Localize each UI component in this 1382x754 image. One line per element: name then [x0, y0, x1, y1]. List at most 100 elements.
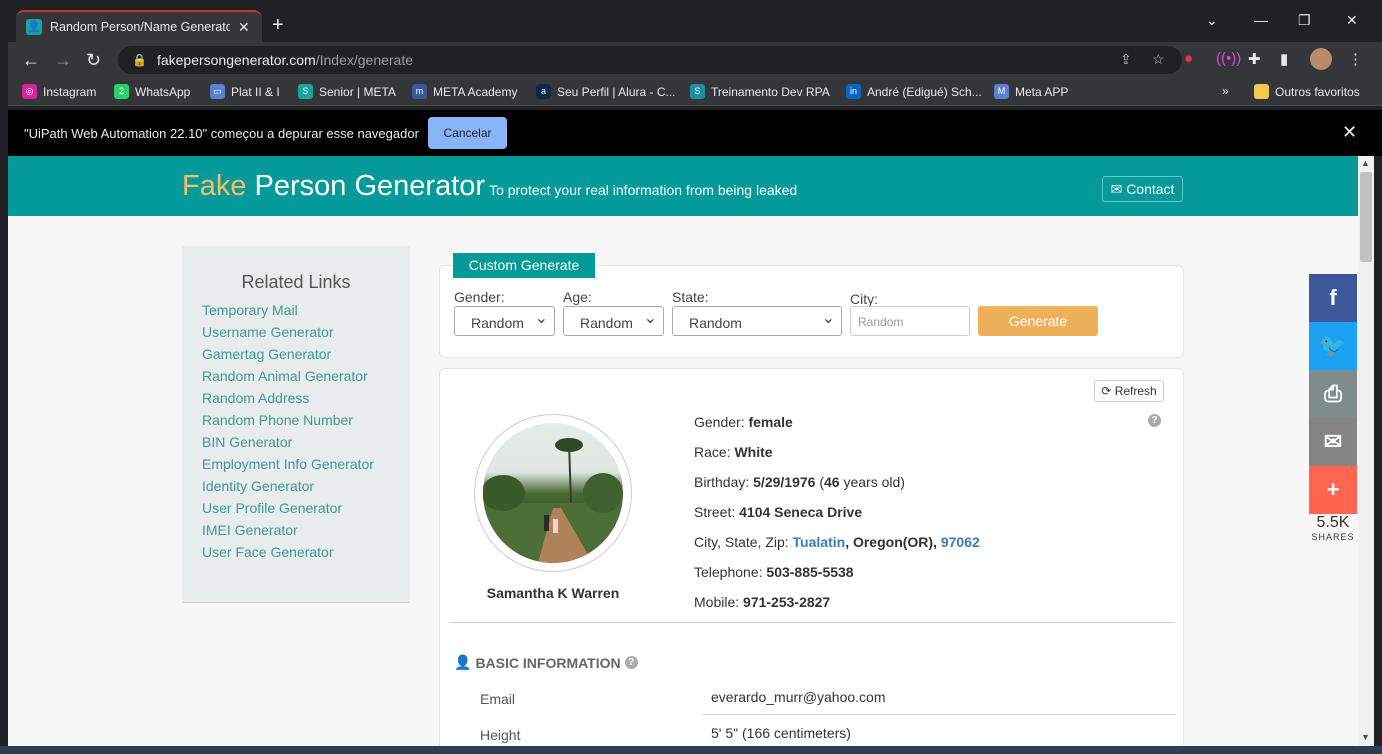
related-link[interactable]: Temporary Mail [202, 299, 374, 321]
scroll-down-icon[interactable]: ▼ [1361, 732, 1370, 742]
address-bar[interactable]: 🔒 fakepersongenerator.com/Index/generate… [118, 46, 1182, 74]
related-link[interactable]: User Face Generator [202, 541, 374, 563]
logo-fake: Fake [182, 170, 247, 202]
page-scrollbar[interactable]: ▲ ▼ [1358, 156, 1374, 746]
site-logo[interactable]: Fake Person Generator To protect your rea… [182, 170, 797, 203]
debugger-infobar: "UiPath Web Automation 22.10" começou a … [8, 110, 1382, 156]
twitter-share-button[interactable]: 🐦 [1309, 322, 1357, 370]
bookmark-item[interactable]: M Meta APP [994, 84, 1068, 99]
related-link[interactable]: Random Animal Generator [202, 365, 374, 387]
bookmark-label: Treinamento Dev RPA [711, 84, 830, 99]
extension-red-icon[interactable]: ● [1184, 50, 1193, 67]
state-label: State: [672, 289, 709, 305]
bookmark-item[interactable]: S Treinamento Dev RPA [690, 84, 830, 99]
age-label: Age: [563, 289, 592, 305]
related-link[interactable]: Employment Info Generator [202, 453, 374, 475]
city-link[interactable]: Tualatin [793, 534, 846, 550]
menu-dots-icon[interactable]: ⋮ [1348, 50, 1363, 68]
site-header: Fake Person Generator To protect your rea… [8, 156, 1358, 216]
related-link[interactable]: Random Address [202, 387, 374, 409]
print-share-button[interactable]: ⎙ [1309, 370, 1357, 418]
infobar-close-icon[interactable]: ✕ [1342, 122, 1357, 143]
tab-close-icon[interactable]: ✕ [238, 19, 250, 36]
city-input[interactable]: Random [850, 306, 970, 336]
bookmark-label: Meta APP [1015, 84, 1069, 99]
cancel-debug-button[interactable]: Cancelar [428, 117, 507, 149]
gender-select[interactable]: Random [454, 306, 555, 336]
bookmark-item[interactable]: ◎ Instagram [22, 84, 96, 99]
email-share-button[interactable]: ✉ [1309, 418, 1357, 466]
bookmark-favicon-icon: S [298, 84, 313, 99]
section-divider [449, 622, 1175, 623]
photo-scene [483, 438, 623, 563]
share-count: 5.5K SHARES [1309, 514, 1357, 542]
telephone-value: 503-885-5538 [766, 564, 854, 580]
reload-icon[interactable]: ↻ [86, 50, 101, 71]
bookmarks-bar: » Outros favoritos ◎ Instagram 2 WhatsApp ▭ P… [8, 78, 1382, 106]
other-bookmarks[interactable]: Outros favoritos [1254, 84, 1360, 99]
refresh-button[interactable]: ⟳ Refresh [1094, 380, 1164, 402]
bookmark-label: Seu Perfil | Alura - C... [557, 84, 676, 99]
help-icon[interactable]: ? [1148, 414, 1161, 427]
gender-value: female [748, 414, 793, 430]
city-label: City: [850, 291, 878, 307]
bookmark-item[interactable]: m META Academy [412, 84, 517, 99]
related-link[interactable]: Identity Generator [202, 475, 374, 497]
age-select[interactable]: Random [563, 306, 664, 336]
new-tab-button[interactable]: + [272, 14, 284, 37]
person-photo [483, 423, 623, 563]
bookmark-item[interactable]: ▭ Plat II & I [210, 84, 280, 99]
extension-broadcast-icon[interactable]: ((•)) [1216, 50, 1241, 67]
state-select[interactable]: Random [672, 306, 842, 336]
web-page: Fake Person Generator To protect your rea… [8, 156, 1358, 746]
active-tab[interactable]: 👤 Random Person/Name Generator ✕ [16, 10, 262, 42]
user-icon: 👤 [454, 654, 472, 670]
refresh-icon: ⟳ [1101, 384, 1112, 398]
street-value: 4104 Seneca Drive [739, 504, 863, 520]
more-share-button[interactable]: + [1309, 466, 1357, 514]
related-link[interactable]: Username Generator [202, 321, 374, 343]
bookmark-item[interactable]: in André (Edigué) Sch... [846, 84, 982, 99]
side-panel-icon[interactable]: ▮ [1280, 50, 1288, 68]
bookmark-label: Senior | META [319, 84, 396, 99]
zip-link[interactable]: 97062 [941, 534, 980, 550]
bookmark-item[interactable]: 2 WhatsApp [114, 84, 190, 99]
scrollbar-thumb[interactable] [1360, 172, 1372, 262]
related-links-list: Temporary Mail Username Generator Gamertag… [202, 299, 374, 563]
extensions-puzzle-icon[interactable]: ✚ [1248, 50, 1261, 68]
profile-avatar[interactable] [1310, 48, 1332, 70]
restore-icon[interactable]: ❐ [1298, 12, 1311, 29]
related-link[interactable]: BIN Generator [202, 431, 374, 453]
age-suffix: years old) [839, 474, 905, 490]
forward-icon[interactable]: → [54, 50, 72, 71]
tab-title: Random Person/Name Generator [50, 20, 230, 34]
person-icon: 👤 [26, 19, 42, 35]
generate-button[interactable]: Generate [978, 306, 1098, 336]
bookmarks-more-icon[interactable]: » [1222, 84, 1229, 98]
help-icon[interactable]: ? [624, 656, 638, 669]
browser-toolbar: ← → ↻ 🔒 fakepersongenerator.com/Index/ge… [8, 42, 1382, 78]
tab-search-icon[interactable]: ⌄ [1206, 12, 1218, 29]
telephone-field-label: Telephone: [694, 564, 767, 580]
bookmark-item[interactable]: S Senior | META [298, 84, 396, 99]
facebook-share-button[interactable]: f [1309, 274, 1357, 322]
bookmark-favicon-icon: 2 [114, 84, 129, 99]
folder-icon [1254, 84, 1269, 99]
mobile-row: Mobile: 971-253-2827 [694, 594, 830, 610]
bookmark-label: Instagram [43, 84, 97, 99]
minimize-icon[interactable]: — [1254, 12, 1268, 28]
window-close-icon[interactable]: ✕ [1346, 12, 1358, 29]
age-value: 46 [824, 474, 840, 490]
related-link[interactable]: Random Phone Number [202, 409, 374, 431]
scroll-up-icon[interactable]: ▲ [1361, 158, 1370, 168]
bookmark-star-icon[interactable]: ☆ [1152, 51, 1165, 68]
race-row: Race: White [694, 444, 773, 460]
related-link[interactable]: User Profile Generator [202, 497, 374, 519]
related-link[interactable]: IMEI Generator [202, 519, 374, 541]
bookmark-item[interactable]: a Seu Perfil | Alura - C... [536, 84, 676, 99]
share-page-icon[interactable]: ⇪ [1120, 51, 1132, 68]
row-divider [702, 714, 1176, 715]
back-icon[interactable]: ← [22, 50, 40, 71]
related-link[interactable]: Gamertag Generator [202, 343, 374, 365]
contact-button[interactable]: ✉ Contact [1102, 176, 1183, 202]
